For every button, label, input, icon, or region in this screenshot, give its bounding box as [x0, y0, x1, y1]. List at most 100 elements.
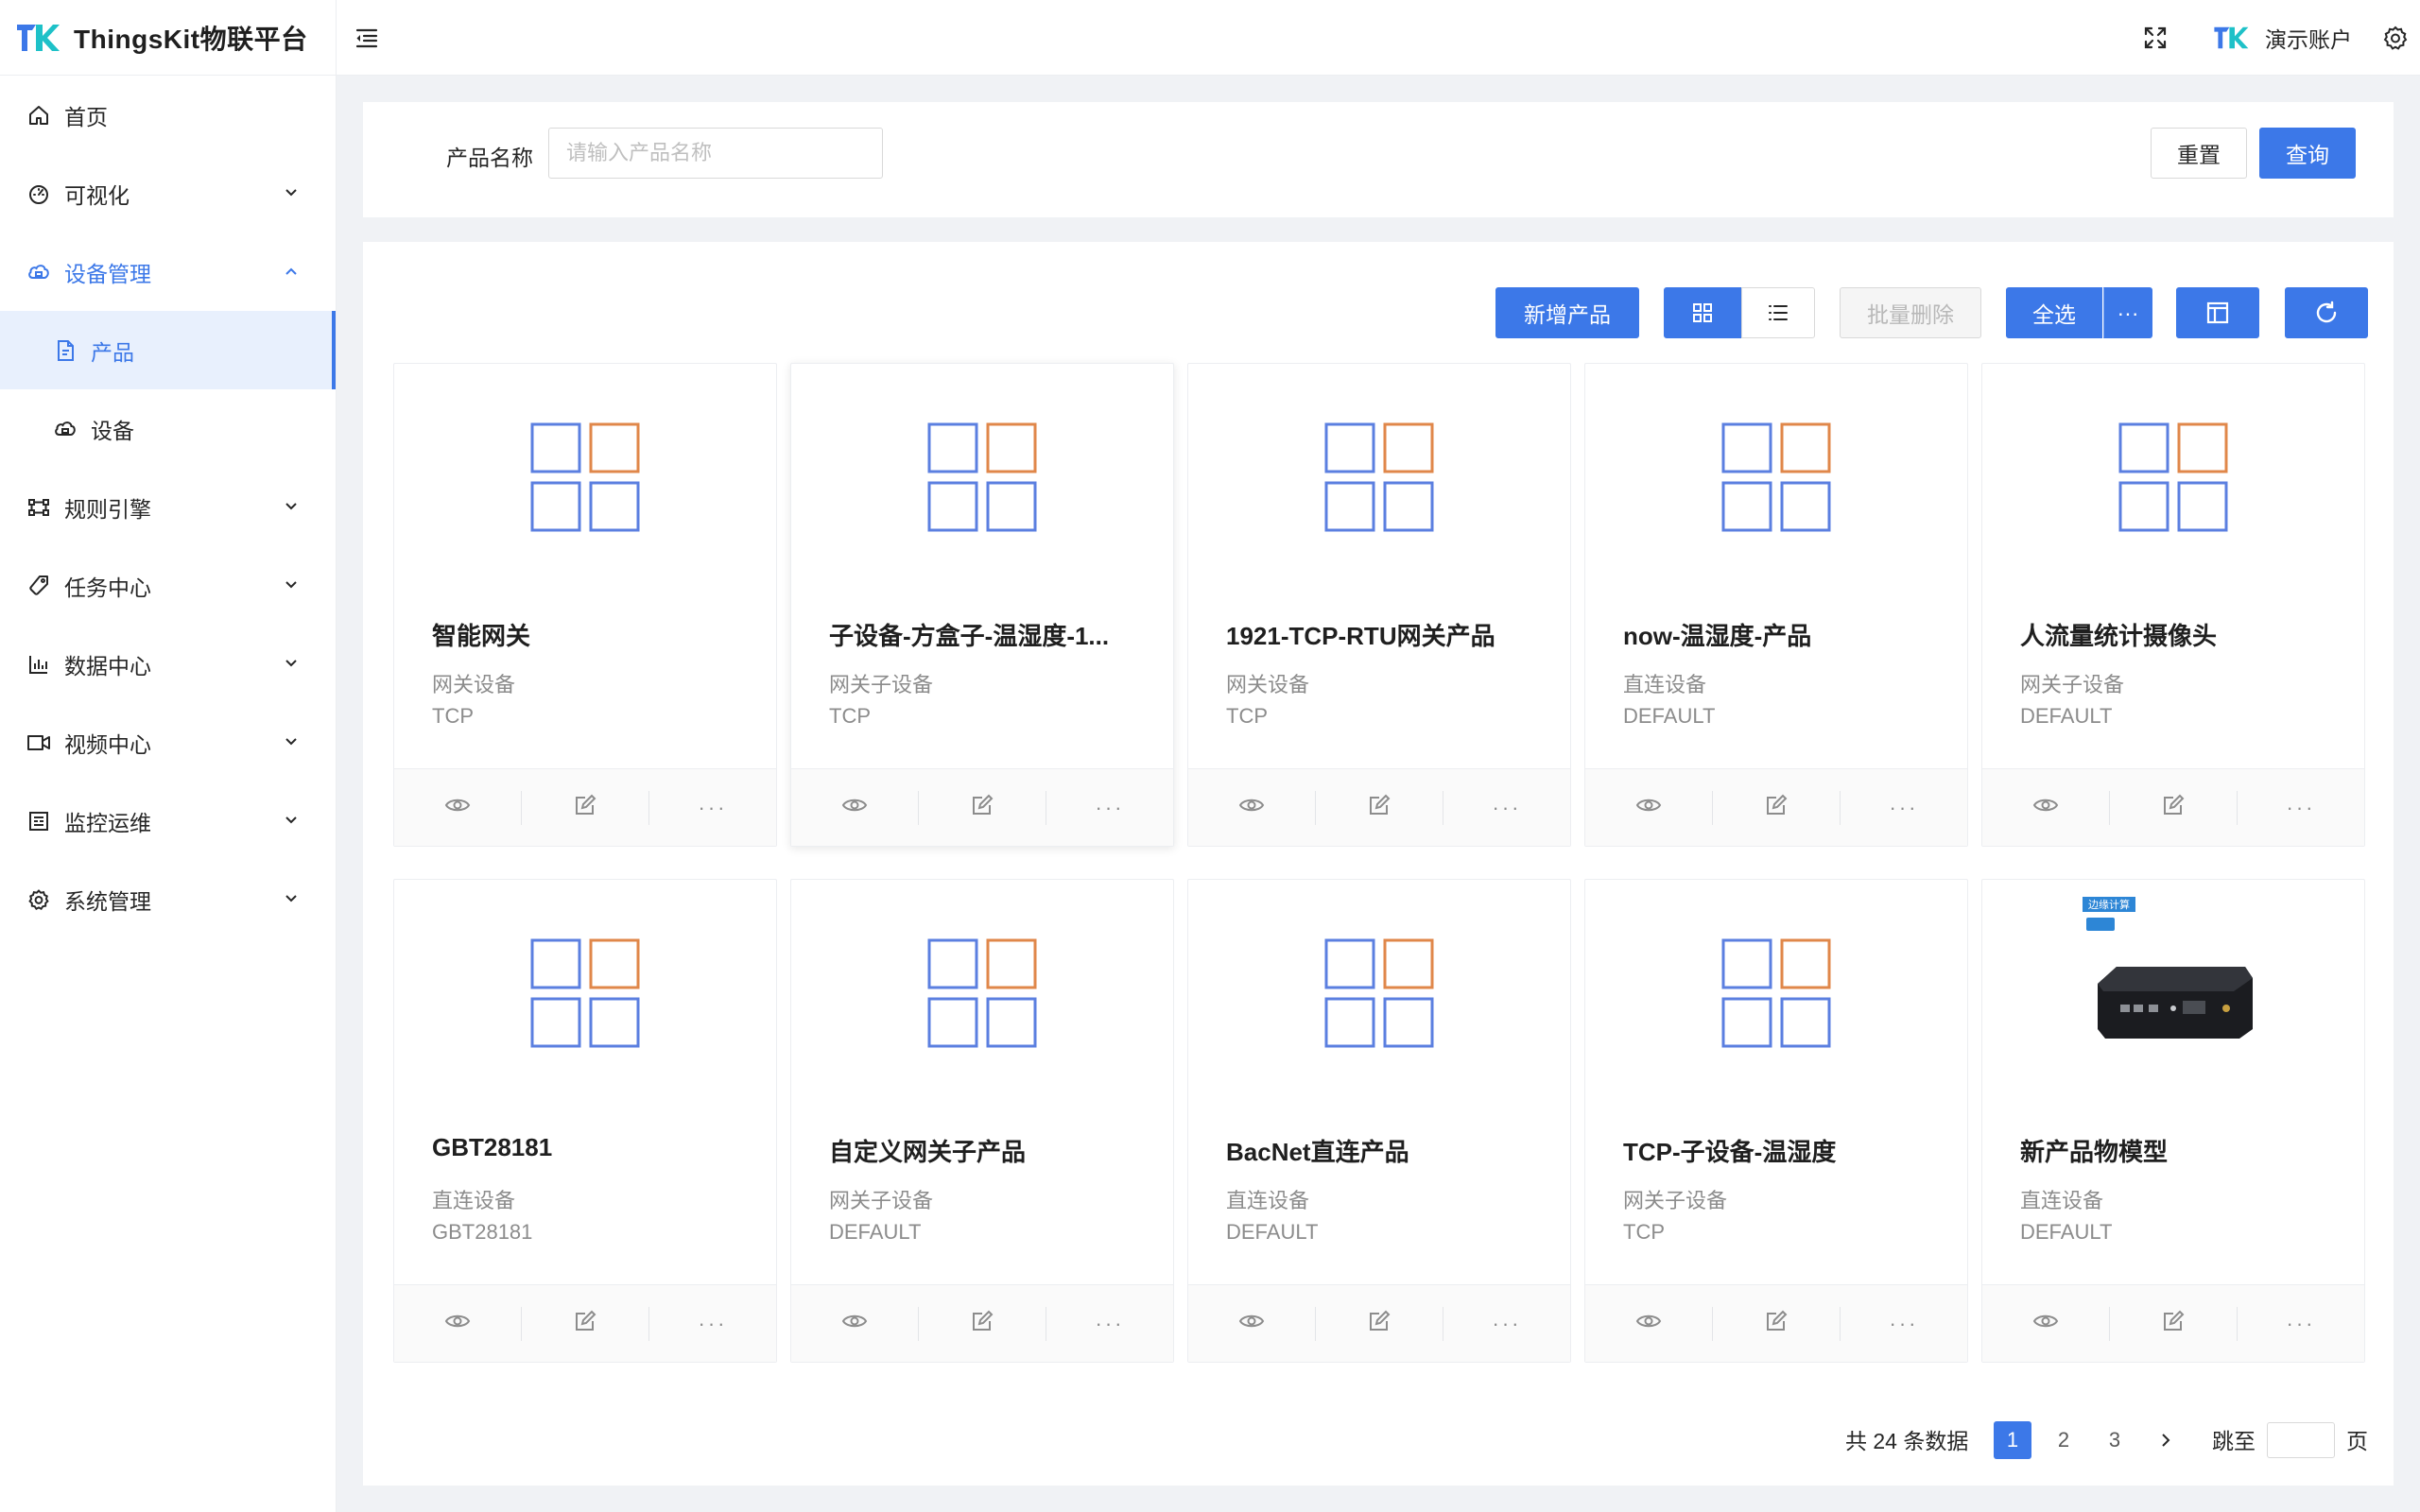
refresh-button[interactable] [2285, 287, 2368, 338]
sidebar-item-label: 数据中心 [64, 653, 151, 679]
sidebar-item-visualization[interactable]: 可视化 [0, 154, 336, 232]
menu-collapse-icon[interactable] [352, 23, 382, 53]
view-details-button[interactable] [1982, 1307, 2109, 1341]
more-actions-button[interactable]: ··· [2237, 1306, 2364, 1341]
rule-icon [26, 495, 51, 520]
edit-product-button[interactable] [521, 790, 648, 825]
sidebar-item-task-center[interactable]: 任务中心 [0, 546, 336, 625]
top-header: ThingsKit物联平台 演示账户 [0, 0, 2420, 76]
edit-product-button[interactable] [2109, 790, 2237, 825]
sidebar-item-label: 系统管理 [64, 888, 151, 914]
card-action-bar: ··· [1585, 768, 1967, 846]
settings-gear-icon[interactable] [2380, 23, 2411, 53]
product-device-type: 网关子设备 [829, 673, 934, 696]
product-card[interactable]: 人流量统计摄像头 网关子设备 DEFAULT ··· [1981, 363, 2365, 847]
sidebar-item-monitoring[interactable]: 监控运维 [0, 782, 336, 860]
edit-product-button[interactable] [521, 1306, 648, 1341]
sidebar-item-label: 可视化 [64, 182, 130, 208]
query-button[interactable]: 查询 [2259, 128, 2356, 179]
video-icon [26, 730, 51, 755]
edit-product-button[interactable] [918, 1306, 1046, 1341]
more-actions-button[interactable]: ··· [1046, 790, 1173, 825]
sidebar-item-video-center[interactable]: 视频中心 [0, 703, 336, 782]
product-protocol: DEFAULT [2020, 704, 2113, 728]
thingskit-logo-icon [17, 25, 60, 51]
select-more-button[interactable]: ··· [2103, 287, 2152, 338]
edit-product-button[interactable] [1315, 790, 1443, 825]
more-actions-button[interactable]: ··· [648, 790, 776, 825]
view-details-button[interactable] [394, 791, 521, 825]
page-button-2[interactable]: 2 [2045, 1421, 2083, 1459]
product-placeholder-icon [1188, 880, 1570, 1107]
product-card[interactable]: 自定义网关子产品网关子设备 DEFAULT ··· [790, 879, 1174, 1363]
view-details-button[interactable] [1188, 791, 1315, 825]
edit-product-button[interactable] [1712, 790, 1840, 825]
product-device-type: 网关设备 [1226, 673, 1310, 696]
edit-product-button[interactable] [1712, 1306, 1840, 1341]
sidebar-item-device-management[interactable]: 设备管理 [0, 232, 336, 311]
next-page-button[interactable] [2147, 1421, 2185, 1459]
chevron-down-icon [285, 660, 297, 667]
view-details-button[interactable] [791, 1307, 918, 1341]
fullscreen-icon[interactable] [2140, 23, 2170, 53]
chevron-right-icon [2162, 1434, 2170, 1447]
select-all-button[interactable]: 全选 [2006, 287, 2102, 338]
more-actions-button[interactable]: ··· [648, 1306, 776, 1341]
edit-product-button[interactable] [2109, 1306, 2237, 1341]
reset-button[interactable]: 重置 [2151, 128, 2247, 179]
more-actions-button[interactable]: ··· [2237, 790, 2364, 825]
product-name: 人流量统计摄像头 [2020, 622, 2218, 650]
sidebar-item-device[interactable]: 设备 [0, 389, 336, 468]
account-menu[interactable]: 演示账户 [2212, 22, 2352, 54]
view-details-button[interactable] [1188, 1307, 1315, 1341]
product-card[interactable]: 边缘计算 新产品物模型 直连设备 DEFAULT ··· [1981, 879, 2365, 1363]
product-protocol: DEFAULT [2020, 1220, 2113, 1244]
list-view-button[interactable] [1741, 287, 1815, 338]
product-card[interactable]: GBT28181 直连设备 GBT28181 ··· [393, 879, 777, 1363]
product-name-input[interactable] [548, 128, 883, 179]
column-setting-button[interactable] [2176, 287, 2259, 338]
batch-delete-button[interactable]: 批量删除 [1840, 287, 1981, 338]
jump-page-input[interactable] [2267, 1422, 2335, 1458]
gear-icon [26, 887, 51, 912]
product-card[interactable]: now-温湿度-产品 直连设备 DEFAULT ··· [1584, 363, 1968, 847]
product-protocol: DEFAULT [829, 1220, 922, 1244]
product-card[interactable]: 1921-TCP-RTU网关产品 网关设备 TCP ··· [1187, 363, 1571, 847]
product-name: 自定义网关子产品 [829, 1138, 1027, 1166]
add-product-button[interactable]: 新增产品 [1495, 287, 1639, 338]
view-details-button[interactable] [394, 1307, 521, 1341]
grid-view-button[interactable] [1664, 287, 1741, 338]
card-action-bar: ··· [394, 768, 776, 846]
more-actions-button[interactable]: ··· [1443, 1306, 1570, 1341]
product-name: TCP-子设备-温湿度 [1623, 1138, 1837, 1166]
more-actions-button[interactable]: ··· [1046, 1306, 1173, 1341]
sidebar-item-rule-engine[interactable]: 规则引擎 [0, 468, 336, 546]
product-device-type: 网关子设备 [829, 1189, 934, 1212]
product-card[interactable]: BacNet直连产品 直连设备 DEFAULT ··· [1187, 879, 1571, 1363]
chart-bar-icon [26, 652, 51, 677]
card-action-bar: ··· [1188, 1284, 1570, 1362]
product-placeholder-icon [1585, 880, 1967, 1107]
jump-suffix-label: 页 [2346, 1429, 2368, 1453]
view-details-button[interactable] [1982, 791, 2109, 825]
more-actions-button[interactable]: ··· [1840, 1306, 1967, 1341]
sidebar-item-product[interactable]: 产品 [0, 311, 336, 389]
more-actions-button[interactable]: ··· [1443, 790, 1570, 825]
view-details-button[interactable] [1585, 791, 1712, 825]
edit-icon [2161, 1309, 2186, 1338]
product-card[interactable]: 智能网关 网关设备 TCP ··· [393, 363, 777, 847]
more-icon: ··· [2117, 300, 2139, 325]
page-button-1[interactable]: 1 [1994, 1421, 2031, 1459]
view-details-button[interactable] [791, 791, 918, 825]
page-button-3[interactable]: 3 [2096, 1421, 2134, 1459]
product-card[interactable]: TCP-子设备-温湿度 网关子设备 TCP ··· [1584, 879, 1968, 1363]
more-actions-button[interactable]: ··· [1840, 790, 1967, 825]
sidebar-item-system-management[interactable]: 系统管理 [0, 860, 336, 938]
product-card[interactable]: 子设备-方盒子-温湿度-1... 网关子设备 TCP ··· [790, 363, 1174, 847]
sidebar-item-home[interactable]: 首页 [0, 76, 336, 154]
product-name: 子设备-方盒子-温湿度-1... [829, 622, 1110, 650]
edit-product-button[interactable] [918, 790, 1046, 825]
sidebar-item-data-center[interactable]: 数据中心 [0, 625, 336, 703]
view-details-button[interactable] [1585, 1307, 1712, 1341]
edit-product-button[interactable] [1315, 1306, 1443, 1341]
